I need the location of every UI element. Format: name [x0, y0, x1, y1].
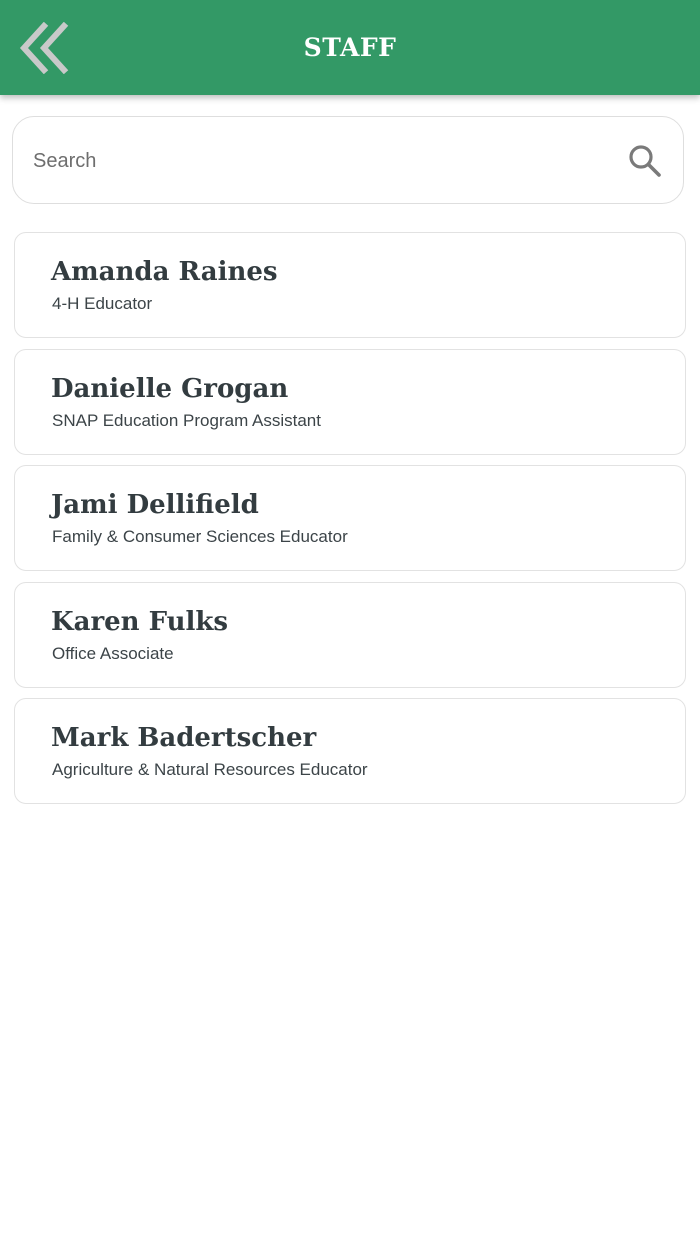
search-bar	[12, 116, 684, 205]
staff-role: Agriculture & Natural Resources Educator	[52, 760, 368, 779]
staff-role: Office Associate	[52, 643, 174, 663]
staff-name: Amanda Raines	[51, 257, 278, 287]
staff-name: Mark Badertscher	[51, 723, 317, 753]
staff-role: SNAP Education Program Assistant	[52, 410, 321, 430]
page-title: STAFF	[303, 33, 397, 62]
search-input[interactable]	[31, 117, 615, 205]
staff-role: Family & Consumer Sciences Educator	[52, 527, 348, 546]
staff-card[interactable]: Amanda Raines 4-H Educator	[14, 232, 686, 338]
back-button[interactable]	[14, 18, 74, 78]
staff-role: 4-H Educator	[52, 294, 153, 313]
staff-name: Jami Dellifield	[51, 490, 259, 520]
double-chevron-left-icon	[19, 22, 69, 74]
staff-name: Danielle Grogan	[51, 373, 289, 404]
staff-name: Karen Fulks	[51, 606, 229, 637]
staff-card[interactable]: Jami Dellifield Family & Consumer Scienc…	[14, 465, 686, 571]
staff-card[interactable]: Karen Fulks Office Associate	[14, 581, 686, 688]
staff-card[interactable]: Mark Badertscher Agriculture & Natural R…	[14, 698, 686, 804]
staff-card[interactable]: Danielle Grogan SNAP Education Program A…	[14, 348, 686, 455]
search-icon[interactable]	[627, 143, 663, 179]
staff-list: Amanda Raines 4-H Educator Danielle Grog…	[14, 232, 686, 815]
app-header: STAFF	[0, 0, 700, 95]
